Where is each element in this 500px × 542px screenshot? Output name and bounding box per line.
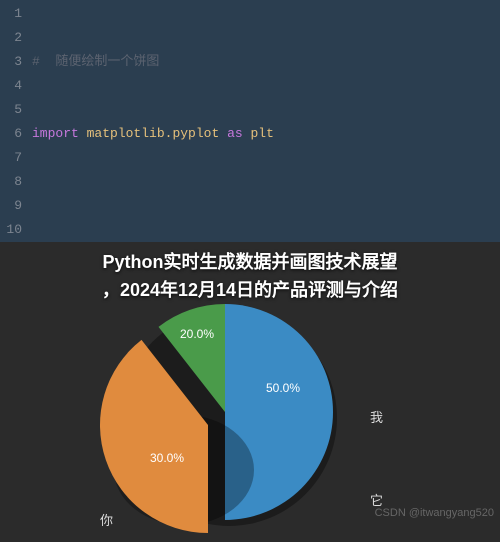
line-number: 8: [2, 170, 22, 194]
pie-pct-ni: 30.0%: [150, 451, 184, 465]
code-editor: 1 2 3 4 5 6 7 8 9 10 # 随便绘制一个饼图 import m…: [0, 0, 500, 242]
title-line1: Python实时生成数据并画图技术展望: [103, 252, 398, 272]
code-alias: plt: [250, 126, 273, 141]
pie-pct-ta: 20.0%: [180, 327, 214, 341]
pie-pct-wo: 50.0%: [266, 381, 300, 395]
article-title-overlay: Python实时生成数据并画图技术展望 ，2024年12月14日的产品评测与介绍: [40, 248, 460, 304]
line-number: 3: [2, 50, 22, 74]
line-gutter: 1 2 3 4 5 6 7 8 9 10: [0, 0, 28, 242]
watermark-text: CSDN @itwangyang520: [375, 507, 494, 519]
line-number: 1: [2, 2, 22, 26]
pie-label-wo: 我: [370, 407, 383, 426]
code-keyword: as: [227, 126, 243, 141]
pie-label-ni: 你: [100, 510, 113, 529]
pie-chart: 50.0% 30.0% 20.0%: [95, 282, 355, 542]
line-number: 2: [2, 26, 22, 50]
line-number: 6: [2, 122, 22, 146]
line-number: 4: [2, 74, 22, 98]
line-number: 10: [2, 218, 22, 242]
line-number: 5: [2, 98, 22, 122]
title-line2: ，2024年12月14日的产品评测与介绍: [102, 280, 398, 300]
code-comment: # 随便绘制一个饼图: [32, 54, 159, 69]
line-number: 9: [2, 194, 22, 218]
code-module: matplotlib.pyplot: [87, 126, 220, 141]
code-keyword: import: [32, 126, 79, 141]
code-content: # 随便绘制一个饼图 import matplotlib.pyplot as p…: [28, 0, 500, 242]
line-number: 7: [2, 146, 22, 170]
